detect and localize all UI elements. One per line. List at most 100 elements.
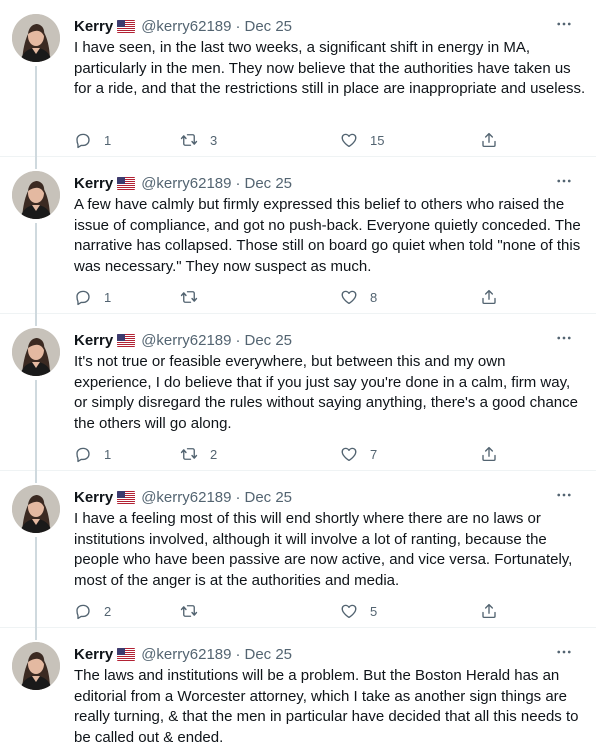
- tweet-text: It's not true or feasible everywhere, bu…: [74, 353, 578, 432]
- like-count: 8: [370, 289, 378, 305]
- retweet-icon: [180, 602, 198, 620]
- separator: ·: [235, 331, 241, 349]
- author-name[interactable]: Kerry: [74, 175, 113, 192]
- retweet-icon: [180, 445, 198, 463]
- retweet-button[interactable]: 2: [180, 444, 217, 464]
- like-count: 7: [370, 446, 378, 462]
- avatar[interactable]: [12, 328, 60, 376]
- more-icon[interactable]: [554, 14, 574, 34]
- share-icon: [480, 602, 498, 620]
- reply-count: 1: [104, 446, 112, 462]
- reply-icon: [74, 602, 92, 620]
- like-icon: [340, 445, 358, 463]
- reply-icon: [74, 288, 92, 306]
- more-icon[interactable]: [554, 642, 574, 662]
- share-icon: [480, 445, 498, 463]
- thread-line: [35, 66, 37, 161]
- tweet-actions: 1 2 7: [74, 444, 514, 464]
- author-name[interactable]: Kerry: [74, 489, 113, 506]
- thread-line: [35, 537, 37, 632]
- author-name[interactable]: Kerry: [74, 332, 113, 349]
- tweet-date[interactable]: Dec 25: [244, 489, 292, 506]
- reply-icon: [74, 445, 92, 463]
- like-count: 15: [370, 132, 385, 148]
- like-button[interactable]: 7: [340, 444, 377, 464]
- more-icon[interactable]: [554, 171, 574, 191]
- like-icon: [340, 288, 358, 306]
- tweet-text: I have a feeling most of this will end s…: [74, 510, 573, 589]
- tweet-header: Kerry @kerry62189 · Dec 25: [74, 330, 292, 350]
- tweet[interactable]: Kerry @kerry62189 · Dec 25 The laws and …: [0, 628, 596, 749]
- thread-line: [35, 380, 37, 475]
- thread-line: [35, 628, 37, 640]
- tweet-date[interactable]: Dec 25: [244, 18, 292, 35]
- author-handle[interactable]: @kerry62189: [141, 489, 231, 506]
- tweet-text: The laws and institutions will be a prob…: [74, 667, 579, 746]
- tweet-date[interactable]: Dec 25: [244, 646, 292, 663]
- tweet-date[interactable]: Dec 25: [244, 332, 292, 349]
- tweet[interactable]: Kerry @kerry62189 · Dec 25 A few have ca…: [0, 157, 596, 318]
- tweet-text: A few have calmly but firmly expressed t…: [74, 196, 581, 275]
- author-name[interactable]: Kerry: [74, 18, 113, 35]
- share-button[interactable]: [480, 601, 498, 621]
- share-icon: [480, 288, 498, 306]
- retweet-icon: [180, 131, 198, 149]
- retweet-button[interactable]: 3: [180, 130, 217, 150]
- like-button[interactable]: 5: [340, 601, 377, 621]
- retweet-icon: [180, 288, 198, 306]
- tweet-actions: 1 8: [74, 287, 514, 307]
- separator: ·: [235, 645, 241, 663]
- us-flag-icon: [117, 333, 136, 347]
- tweet[interactable]: Kerry @kerry62189 · Dec 25 It's not true…: [0, 314, 596, 475]
- reply-button[interactable]: 1: [74, 130, 111, 150]
- reply-count: 2: [104, 603, 112, 619]
- tweet[interactable]: Kerry @kerry62189 · Dec 25 I have seen, …: [0, 0, 596, 161]
- avatar[interactable]: [12, 14, 60, 62]
- share-button[interactable]: [480, 130, 498, 150]
- retweet-button[interactable]: [180, 601, 210, 621]
- thread-line: [35, 157, 37, 169]
- tweet-date[interactable]: Dec 25: [244, 175, 292, 192]
- author-handle[interactable]: @kerry62189: [141, 18, 231, 35]
- avatar[interactable]: [12, 642, 60, 690]
- author-handle[interactable]: @kerry62189: [141, 646, 231, 663]
- separator: ·: [235, 174, 241, 192]
- tweet-text: I have seen, in the last two weeks, a si…: [74, 39, 586, 97]
- tweet-header: Kerry @kerry62189 · Dec 25: [74, 16, 292, 36]
- author-handle[interactable]: @kerry62189: [141, 175, 231, 192]
- more-icon[interactable]: [554, 328, 574, 348]
- share-button[interactable]: [480, 287, 498, 307]
- retweet-count: 3: [210, 132, 218, 148]
- thread-line: [35, 314, 37, 326]
- reply-count: 1: [104, 289, 112, 305]
- reply-button[interactable]: 2: [74, 601, 111, 621]
- author-handle[interactable]: @kerry62189: [141, 332, 231, 349]
- avatar[interactable]: [12, 485, 60, 533]
- tweet-actions: 1 3 15: [74, 130, 514, 150]
- tweet-thread: Kerry @kerry62189 · Dec 25 I have seen, …: [0, 0, 604, 749]
- tweet-actions: 2 5: [74, 601, 514, 621]
- more-icon[interactable]: [554, 485, 574, 505]
- tweet[interactable]: Kerry @kerry62189 · Dec 25 I have a feel…: [0, 471, 596, 632]
- reply-button[interactable]: 1: [74, 287, 111, 307]
- reply-button[interactable]: 1: [74, 444, 111, 464]
- tweet-header: Kerry @kerry62189 · Dec 25: [74, 644, 292, 664]
- like-button[interactable]: 8: [340, 287, 377, 307]
- like-count: 5: [370, 603, 378, 619]
- thread-line: [35, 471, 37, 483]
- share-icon: [480, 131, 498, 149]
- us-flag-icon: [117, 490, 136, 504]
- thread-line: [35, 223, 37, 318]
- author-name[interactable]: Kerry: [74, 646, 113, 663]
- reply-count: 1: [104, 132, 112, 148]
- us-flag-icon: [117, 19, 136, 33]
- tweet-header: Kerry @kerry62189 · Dec 25: [74, 487, 292, 507]
- separator: ·: [235, 488, 241, 506]
- retweet-button[interactable]: [180, 287, 210, 307]
- tweet-header: Kerry @kerry62189 · Dec 25: [74, 173, 292, 193]
- like-button[interactable]: 15: [340, 130, 384, 150]
- share-button[interactable]: [480, 444, 498, 464]
- avatar[interactable]: [12, 171, 60, 219]
- reply-icon: [74, 131, 92, 149]
- us-flag-icon: [117, 176, 136, 190]
